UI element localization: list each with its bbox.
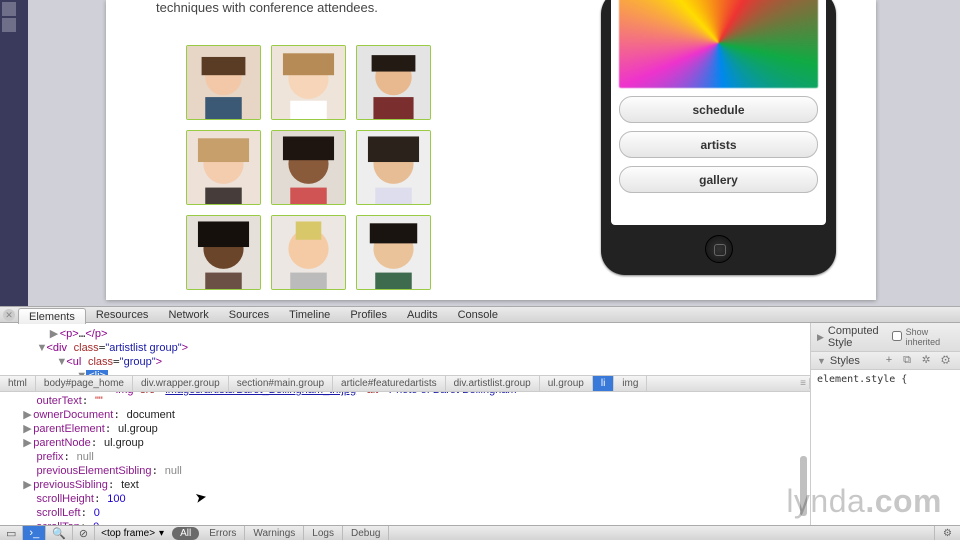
artist-photo[interactable]: [356, 130, 431, 205]
devtools-panel: Elements Resources Network Sources Timel…: [0, 306, 960, 540]
breadcrumb-item[interactable]: div.wrapper.group: [133, 376, 229, 391]
rendered-page: techniques with conference attendees. sc…: [106, 0, 876, 300]
devtools-tab-sources[interactable]: Sources: [219, 307, 279, 323]
breadcrumb-item[interactable]: section#main.group: [229, 376, 333, 391]
breadcrumb-item[interactable]: div.artistlist.group: [446, 376, 540, 391]
devtools-tab-timeline[interactable]: Timeline: [279, 307, 340, 323]
dock-icon[interactable]: ▭: [0, 526, 23, 540]
devtools-settings-icon[interactable]: ⚙: [934, 526, 960, 540]
scrollbar-thumb[interactable]: [800, 456, 807, 516]
pane-resizer[interactable]: ≡: [796, 378, 810, 389]
artist-photo[interactable]: [356, 215, 431, 290]
artist-photo[interactable]: [271, 130, 346, 205]
frame-selector[interactable]: <top frame>▾: [95, 528, 170, 539]
breadcrumb-bar: htmlbody#page_homediv.wrapper.groupsecti…: [0, 375, 810, 392]
devtools-sidebar: ▶ Computed Style Show inherited ▼ Styles…: [810, 323, 960, 525]
breadcrumb-item[interactable]: body#page_home: [36, 376, 133, 391]
ide-left-stripe: [0, 0, 28, 306]
filter-debug[interactable]: Debug: [343, 526, 389, 540]
artist-photo[interactable]: [271, 215, 346, 290]
devtools-tab-resources[interactable]: Resources: [86, 307, 159, 323]
chevron-down-icon: ▾: [159, 528, 164, 539]
phone-screen: schedule artists gallery: [611, 0, 826, 225]
phone-nav-button[interactable]: gallery: [619, 166, 818, 193]
artist-photo[interactable]: [271, 45, 346, 120]
styles-label: Styles: [830, 355, 860, 367]
breadcrumb-item[interactable]: article#featuredartists: [333, 376, 446, 391]
phone-mockup: schedule artists gallery: [601, 0, 836, 275]
breadcrumb-item[interactable]: img: [614, 376, 647, 391]
show-inherited-checkbox[interactable]: [892, 331, 902, 344]
ide-window-btn[interactable]: [2, 2, 16, 16]
devtools-tab-network[interactable]: Network: [158, 307, 218, 323]
breadcrumb-item[interactable]: li: [593, 376, 614, 391]
ide-window-btn[interactable]: [2, 18, 16, 32]
devtools-close-icon[interactable]: ✕: [3, 309, 15, 321]
styles-header[interactable]: ▼ Styles + ⧉ ✲ ⚙: [811, 352, 960, 370]
computed-style-label: Computed Style: [828, 325, 892, 349]
phone-home-button[interactable]: [705, 235, 733, 263]
computed-style-header[interactable]: ▶ Computed Style Show inherited: [811, 323, 960, 352]
phone-nav-button[interactable]: schedule: [619, 96, 818, 123]
disclosure-icon[interactable]: ▶: [817, 332, 824, 343]
filter-warnings[interactable]: Warnings: [245, 526, 304, 540]
clear-icon[interactable]: ⊘: [73, 526, 95, 540]
devtools-tab-console[interactable]: Console: [448, 307, 508, 323]
phone-nav-button[interactable]: artists: [619, 131, 818, 158]
scrollbar[interactable]: [800, 456, 807, 522]
devtools-tab-elements[interactable]: Elements: [18, 308, 86, 324]
disclosure-icon[interactable]: ▼: [817, 356, 826, 366]
breadcrumb-item[interactable]: ul.group: [540, 376, 593, 391]
breadcrumb-item[interactable]: html: [0, 376, 36, 391]
element-style-block[interactable]: element.style {: [811, 370, 960, 389]
artist-photo[interactable]: [186, 45, 261, 120]
console-toggle-icon[interactable]: ›_: [23, 526, 46, 540]
artist-photo[interactable]: [356, 45, 431, 120]
filter-errors[interactable]: Errors: [201, 526, 245, 540]
inspect-icon[interactable]: 🔍: [46, 526, 73, 540]
devtools-footer: ▭ ›_ 🔍 ⊘ <top frame>▾ All Errors Warning…: [0, 525, 960, 540]
styles-toolbar-icons[interactable]: + ⧉ ✲ ⚙: [886, 354, 954, 367]
browser-viewport: techniques with conference attendees. sc…: [28, 0, 960, 306]
artist-photo[interactable]: [186, 130, 261, 205]
filter-logs[interactable]: Logs: [304, 526, 343, 540]
phone-hero-image: [619, 0, 818, 88]
devtools-tab-profiles[interactable]: Profiles: [340, 307, 397, 323]
properties-pane[interactable]: outerText: "" ▶ownerDocument: document ▶…: [0, 392, 810, 525]
show-inherited-label: Show inherited: [906, 327, 954, 347]
devtools-tabbar: Elements Resources Network Sources Timel…: [0, 306, 960, 323]
filter-all[interactable]: All: [172, 527, 199, 540]
artist-photo[interactable]: [186, 215, 261, 290]
devtools-tab-audits[interactable]: Audits: [397, 307, 448, 323]
